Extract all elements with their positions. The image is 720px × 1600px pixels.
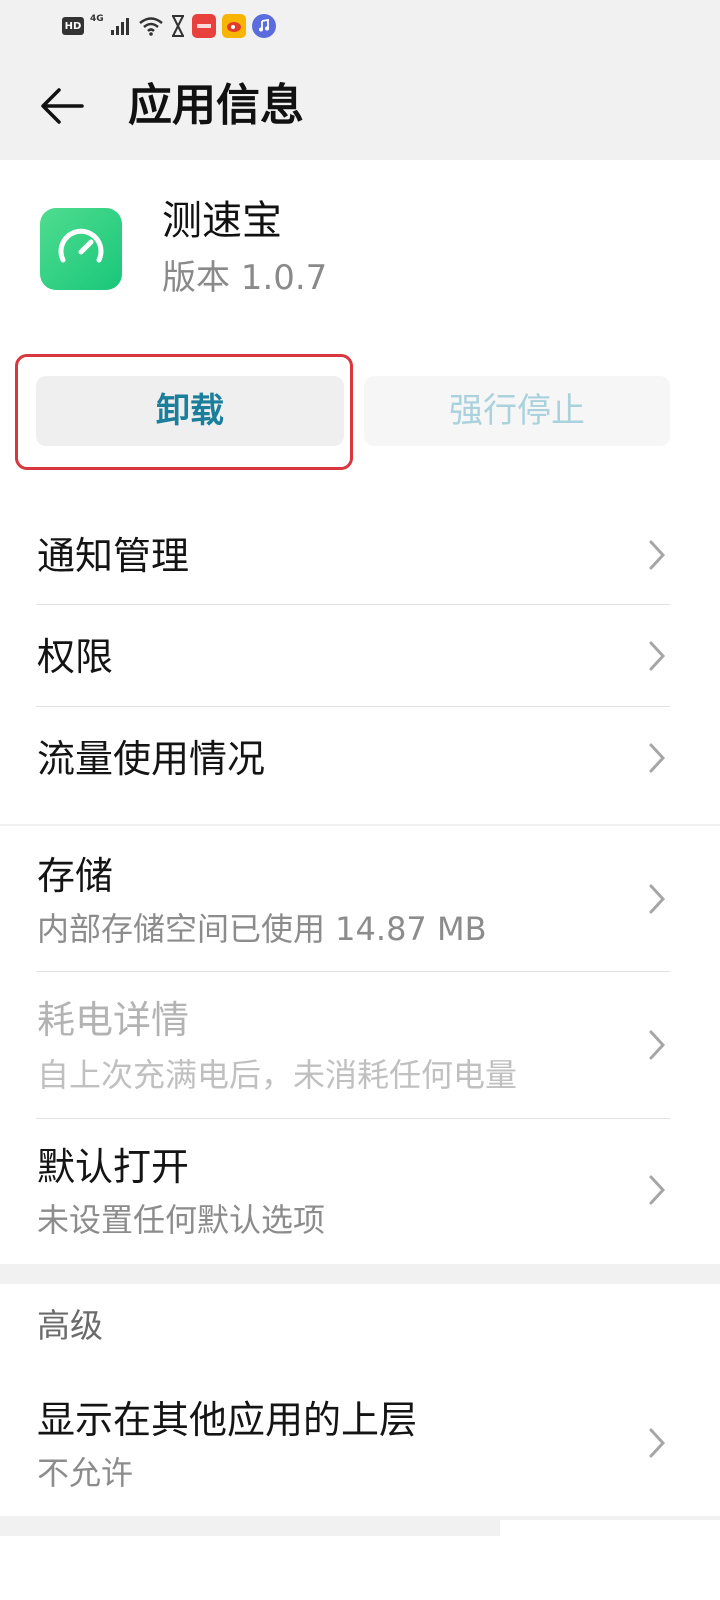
list-item-battery-usage[interactable]: 耗电详情 自上次充满电后，未消耗任何电量 <box>0 972 720 1118</box>
weibo-icon <box>221 14 246 38</box>
list-item-title: 通知管理 <box>37 534 190 578</box>
signal-icon <box>110 16 132 36</box>
chevron-right-icon <box>646 1173 668 1207</box>
list-item-title: 默认打开 <box>37 1145 190 1189</box>
settings-group-advanced: 高级 显示在其他应用的上层 不允许 <box>0 1284 720 1516</box>
wifi-icon <box>138 16 164 36</box>
chevron-right-icon <box>646 741 668 775</box>
app-name: 测速宝 <box>162 198 282 244</box>
list-item-permissions[interactable]: 权限 <box>0 605 720 706</box>
list-item-subtitle: 内部存储空间已使用 14.87 MB <box>37 910 487 948</box>
chevron-right-icon <box>646 639 668 673</box>
app-version: 版本 1.0.7 <box>162 258 328 298</box>
speedometer-icon <box>58 228 104 263</box>
app-icon <box>40 208 122 290</box>
list-item-subtitle: 自上次充满电后，未消耗任何电量 <box>37 1056 518 1094</box>
uninstall-button[interactable]: 卸载 <box>36 376 344 446</box>
back-arrow-icon <box>41 88 84 124</box>
list-item-display-over-other-apps[interactable]: 显示在其他应用的上层 不允许 <box>0 1370 720 1516</box>
list-item-title: 存储 <box>37 854 114 898</box>
chevron-right-icon <box>646 882 668 916</box>
page-title: 应用信息 <box>128 80 304 131</box>
next-settings-group-partial <box>0 1536 500 1600</box>
list-item-title: 显示在其他应用的上层 <box>37 1398 418 1442</box>
hourglass-icon <box>170 15 186 37</box>
list-item-subtitle: 不允许 <box>37 1454 134 1492</box>
status-bar: HD 4G <box>0 0 720 52</box>
list-item-storage[interactable]: 存储 内部存储空间已使用 14.87 MB <box>0 826 720 972</box>
chevron-right-icon <box>646 538 668 572</box>
bottom-overlay <box>500 1520 720 1600</box>
hd-icon: HD <box>62 17 84 35</box>
network-type-icon: 4G <box>90 14 104 24</box>
settings-group-storage: 存储 内部存储空间已使用 14.87 MB 耗电详情 自上次充满电后，未消耗任何… <box>0 826 720 1264</box>
list-item-title: 权限 <box>37 635 114 679</box>
list-item-subtitle: 未设置任何默认选项 <box>37 1201 326 1239</box>
list-item-title: 耗电详情 <box>37 998 190 1042</box>
app-info-card: 测速宝 版本 1.0.7 卸载 强行停止 通知管理 权限 流量使用情况 <box>0 160 720 824</box>
list-item-title: 流量使用情况 <box>37 737 266 781</box>
list-item-notifications[interactable]: 通知管理 <box>0 504 720 606</box>
list-item-data-usage[interactable]: 流量使用情况 <box>0 707 720 807</box>
huawei-app-icon <box>191 14 216 38</box>
section-header-advanced: 高级 <box>37 1306 103 1345</box>
chevron-right-icon <box>646 1028 668 1062</box>
list-item-open-by-default[interactable]: 默认打开 未设置任何默认选项 <box>0 1119 720 1264</box>
chevron-right-icon <box>646 1426 668 1460</box>
back-button[interactable] <box>36 80 88 132</box>
app-bar: 应用信息 <box>0 52 720 160</box>
music-icon <box>251 14 276 38</box>
force-stop-button[interactable]: 强行停止 <box>364 376 670 446</box>
